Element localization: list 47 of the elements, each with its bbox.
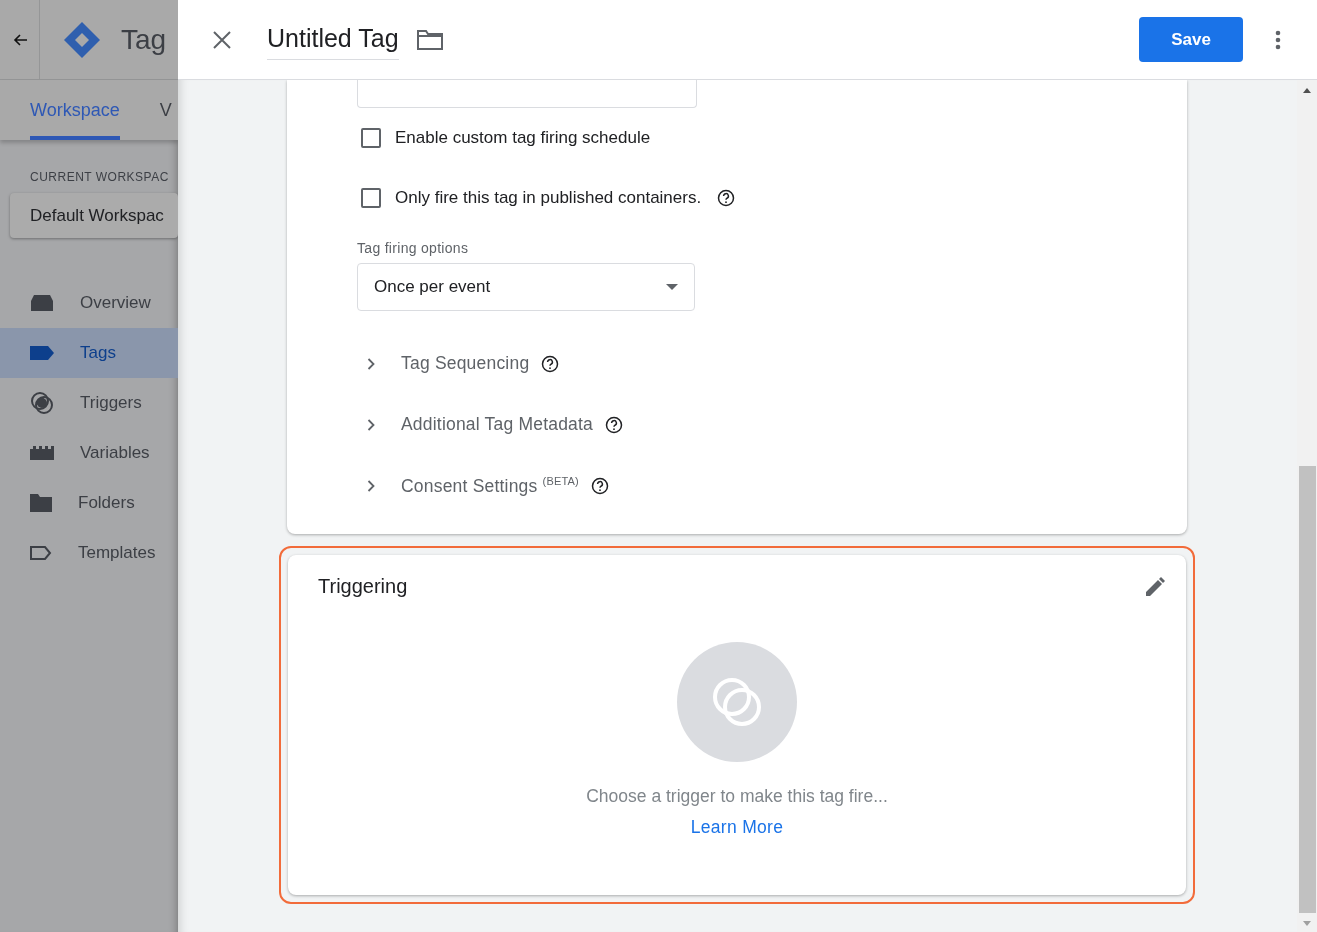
section-toggle[interactable]: Additional Tag Metadata [401,414,594,435]
nav-item[interactable]: Variables [0,428,178,478]
field-label: Tag firing options [357,240,470,256]
nav-item[interactable]: Overview [0,278,178,328]
folder-outline-icon[interactable] [416,29,443,50]
chevron-icon[interactable] [367,479,375,492]
nav-item[interactable]: Folders [0,478,178,528]
chevron-icon[interactable] [367,357,375,370]
section-toggle[interactable]: Consent Settings $^{(BETA)}$ [401,474,579,497]
more-options-icon[interactable] [1275,29,1281,50]
tag-name-field[interactable]: Untitled Tag [267,19,399,60]
nav-tab[interactable]: V [159,80,172,140]
checkbox[interactable] [361,188,381,208]
card-title: Triggering [318,575,408,598]
help-icon[interactable] [541,354,560,373]
checkbox-label: Enable custom tag firing schedule [395,128,651,148]
tag-outline-icon [30,546,52,560]
firing-options-dropdown[interactable]: Once per event [357,263,695,311]
learn-more-link[interactable]: Learn More [690,817,784,838]
close-icon[interactable] [213,30,231,49]
nav-tab[interactable]: Workspace [30,80,120,140]
back-arrow-icon[interactable] [11,31,28,48]
dropdown-caret-icon [666,284,678,290]
section-label: CURRENT WORKSPAC [30,170,170,184]
nav-item[interactable]: Triggers [0,378,178,428]
overlapping-circles-icon [30,391,54,415]
help-icon[interactable] [591,476,609,495]
tag-icon [30,346,54,360]
chevron-icon[interactable] [367,418,375,431]
nav-item[interactable]: Templates [0,528,178,578]
section-toggle[interactable]: Tag Sequencing [401,353,530,374]
workspace-selector[interactable]: Default Workspac [10,193,178,238]
checkbox-label: Only fire this tag in published containers. [395,188,702,208]
scroll-up-icon[interactable] [1303,88,1311,93]
nav-item[interactable]: Tags [0,328,178,378]
empty-message: Choose a trigger to make this tag fire... [586,786,888,807]
logo-icon [62,19,102,60]
input-field[interactable] [357,80,697,108]
pencil-icon[interactable] [1144,575,1166,598]
checkbox[interactable] [361,128,381,148]
help-icon[interactable] [717,189,736,207]
help-icon[interactable] [605,415,624,434]
app-title: Tag [121,23,167,56]
tray-icon [30,294,54,312]
blocks-icon [30,446,54,460]
folder-icon [30,494,52,512]
save-button[interactable]: Save [1139,17,1243,62]
